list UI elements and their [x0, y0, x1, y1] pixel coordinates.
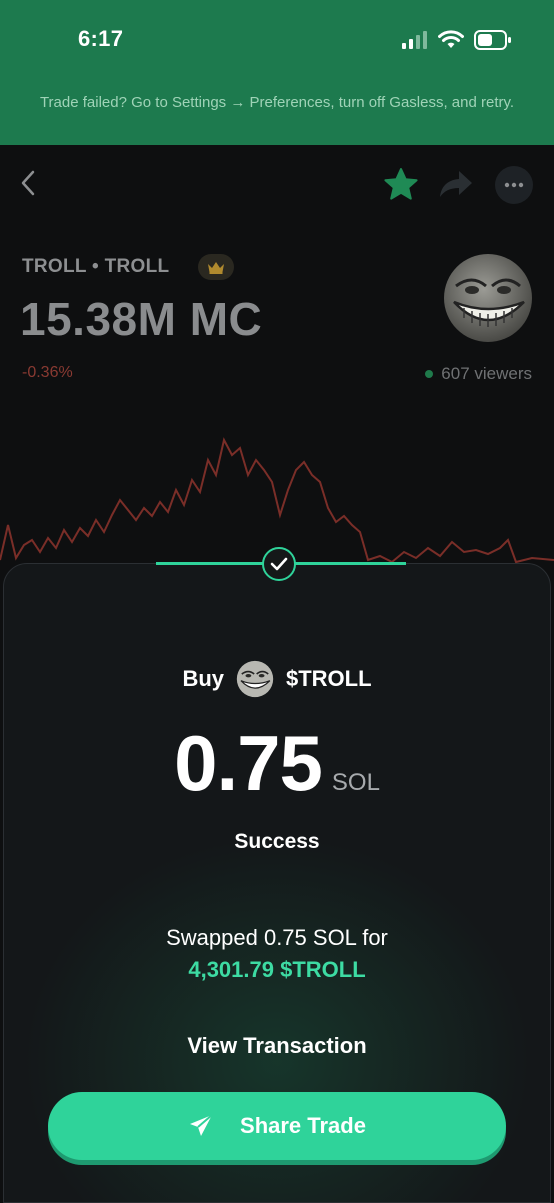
viewers-label: 607 viewers: [441, 364, 532, 383]
received-amount: 4,301.79 $TROLL: [188, 957, 366, 982]
token-avatar: [444, 254, 532, 342]
more-options-button[interactable]: [495, 166, 533, 204]
share-trade-label: Share Trade: [240, 1113, 366, 1138]
swap-description: Swapped 0.75 SOL for: [166, 925, 388, 950]
buy-summary: Buy $TROLL: [0, 660, 554, 698]
amount-value: 0.75: [174, 719, 323, 807]
star-icon: [384, 168, 418, 200]
price-change: -0.36%: [22, 364, 73, 381]
battery-icon: [474, 30, 511, 50]
crown-badge: [198, 254, 234, 280]
status-time: 6:17: [78, 26, 124, 51]
token-mini-avatar: [236, 660, 274, 698]
share-arrow-icon: [440, 171, 472, 197]
trade-status: Success: [234, 830, 320, 853]
amount-unit: SOL: [331, 769, 380, 796]
gasless-warning-banner[interactable]: Trade failed? Go to Settings → Preferenc…: [20, 92, 534, 114]
viewers-count: 607 viewers: [425, 364, 532, 384]
back-button[interactable]: [14, 166, 42, 200]
share-trade-button[interactable]: Share Trade: [48, 1092, 506, 1160]
trade-action: Buy: [182, 666, 224, 691]
checkmark-icon: [270, 557, 288, 571]
wifi-icon: [438, 30, 464, 48]
view-transaction-link[interactable]: View Transaction: [150, 1033, 404, 1067]
paper-plane-icon: [190, 1114, 213, 1136]
more-dots-icon: [504, 182, 524, 188]
signal-icon: [402, 31, 427, 49]
live-dot-icon: [425, 370, 434, 378]
status-icons: [402, 30, 512, 50]
token-name: TROLL • TROLL: [22, 256, 170, 277]
trade-amount: 0.75 SOL: [0, 718, 554, 809]
top-banner-area: 6:17 Trade failed? Go to Settings → Pref…: [0, 0, 554, 145]
market-cap-value: 15.38M MC: [20, 293, 263, 345]
trade-symbol: $TROLL: [286, 666, 372, 691]
chevron-left-icon: [21, 170, 35, 196]
favorite-button[interactable]: [381, 164, 421, 204]
crown-icon: [208, 261, 224, 274]
success-check: [262, 547, 296, 581]
share-button[interactable]: [436, 164, 476, 204]
price-chart-line: [0, 437, 554, 564]
